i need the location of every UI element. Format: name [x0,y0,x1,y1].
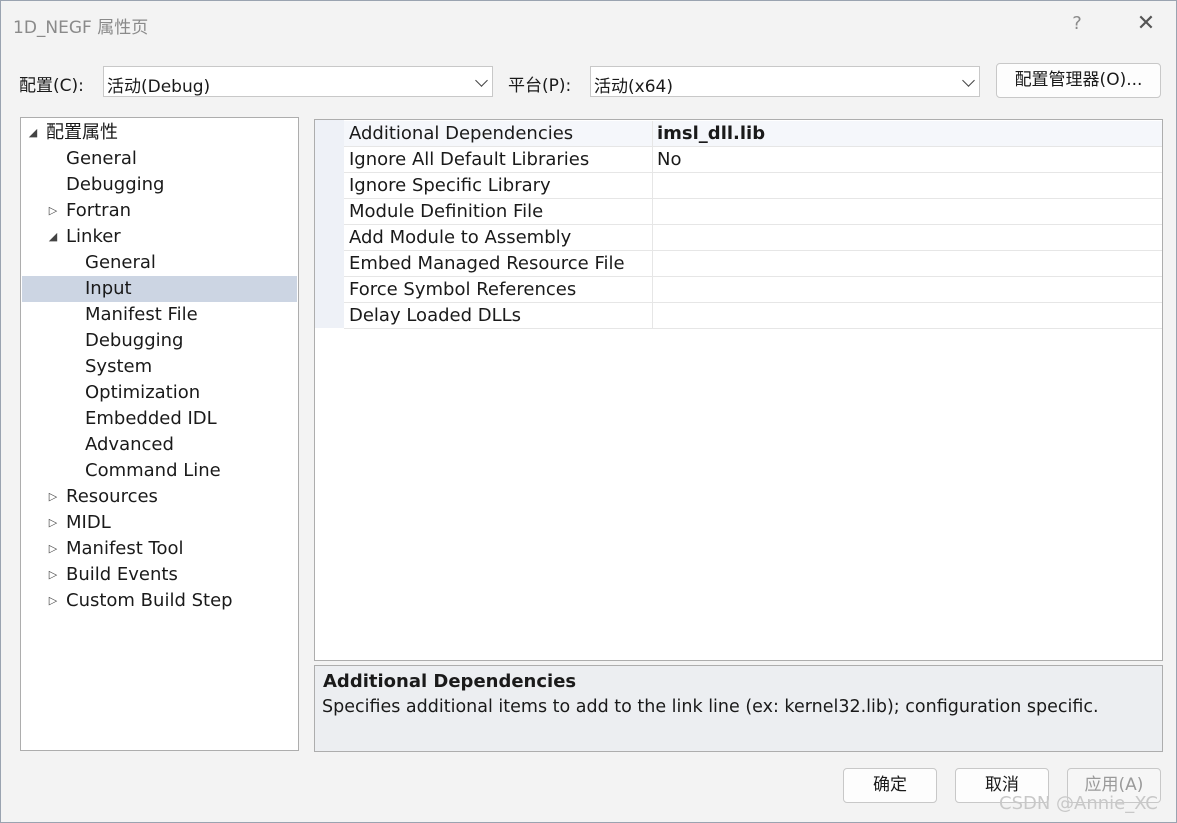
column-divider [652,251,653,277]
configuration-dropdown[interactable]: 活动(Debug) [103,66,493,97]
collapsed-arrow-icon[interactable]: ▷ [47,588,59,614]
column-divider [652,173,653,199]
property-name: Embed Managed Resource File [349,253,625,274]
tree-item-label: General [85,252,156,273]
tree-item[interactable]: General [22,146,297,172]
close-button[interactable]: ✕ [1131,10,1161,38]
property-row[interactable]: Ignore All Default Libraries No [344,147,1162,173]
platform-dropdown[interactable]: 活动(x64) [590,66,980,97]
platform-value: 活动(x64) [594,77,673,97]
watermark: CSDN @Annie_XC [999,793,1158,814]
tree-item[interactable]: Embedded IDL [22,406,297,432]
collapsed-arrow-icon[interactable]: ▷ [47,484,59,510]
window-title: 1D_NEGF 属性页 [13,18,149,38]
tree-item-label: System [85,356,153,377]
column-divider [652,303,653,329]
tree-item-label: Linker [66,226,121,247]
expanded-arrow-icon[interactable]: ◢ [27,120,39,146]
tree-item[interactable]: Input [22,276,297,302]
chevron-down-icon [475,70,488,89]
column-divider [652,147,653,173]
property-name: Ignore All Default Libraries [349,149,590,170]
description-text: Specifies additional items to add to the… [322,697,1099,717]
tree-item-label: Build Events [66,564,178,585]
expanded-arrow-icon[interactable]: ◢ [47,224,59,250]
description-title: Additional Dependencies [323,671,577,692]
tree-item-label: General [66,148,137,169]
configuration-label: 配置(C): [19,76,84,96]
property-name: Force Symbol References [349,279,577,300]
property-row[interactable]: Delay Loaded DLLs [344,303,1162,329]
property-pages-dialog: 1D_NEGF 属性页 ? ✕ 配置(C): 活动(Debug) 平台(P): … [0,0,1177,823]
property-name: Add Module to Assembly [349,227,572,248]
tree-item[interactable]: ◢ 配置属性 [22,120,297,146]
tree-item-label: 配置属性 [46,122,118,143]
property-row[interactable]: Add Module to Assembly [344,225,1162,251]
property-row[interactable]: Module Definition File [344,199,1162,225]
tree-item-label: MIDL [66,512,111,533]
ok-button[interactable]: 确定 [843,768,937,803]
tree-item-label: Debugging [85,330,184,351]
tree-item[interactable]: Advanced [22,432,297,458]
property-name: Ignore Specific Library [349,175,551,196]
tree-item[interactable]: Manifest File [22,302,297,328]
property-row[interactable]: Force Symbol References [344,277,1162,303]
tree-item-label: Command Line [85,460,221,481]
tree-item[interactable]: ◢ Linker [22,224,297,250]
tree-item-label: Advanced [85,434,174,455]
property-row[interactable]: Additional Dependencies imsl_dll.lib [344,121,1162,147]
tree-item-label: Resources [66,486,158,507]
tree-item-label: Fortran [66,200,132,221]
title-bar: 1D_NEGF 属性页 ? ✕ [1,1,1176,47]
tree-item-label: Custom Build Step [66,590,233,611]
property-name: Additional Dependencies [349,123,574,144]
configuration-manager-button[interactable]: 配置管理器(O)... [996,63,1161,98]
help-button[interactable]: ? [1063,10,1091,38]
tree-item[interactable]: System [22,354,297,380]
tree-item[interactable]: ▷ Manifest Tool [22,536,297,562]
property-name: Delay Loaded DLLs [349,305,522,326]
tree-item-label: Debugging [66,174,165,195]
tree-item[interactable]: Command Line [22,458,297,484]
tree-item[interactable]: ▷ Fortran [22,198,297,224]
tree-item-label: Manifest File [85,304,198,325]
property-name: Module Definition File [349,201,544,222]
tree-item-label: Manifest Tool [66,538,184,559]
grid-gutter [315,120,344,328]
property-value[interactable]: imsl_dll.lib [657,121,765,147]
column-divider [652,277,653,303]
tree-item[interactable]: Debugging [22,328,297,354]
column-divider [652,121,653,147]
collapsed-arrow-icon[interactable]: ▷ [47,510,59,536]
platform-label: 平台(P): [508,76,572,96]
tree-item[interactable]: Debugging [22,172,297,198]
tree-item[interactable]: ▷ Build Events [22,562,297,588]
collapsed-arrow-icon[interactable]: ▷ [47,198,59,224]
tree-item-label: Optimization [85,382,201,403]
collapsed-arrow-icon[interactable]: ▷ [47,562,59,588]
tree-item[interactable]: Optimization [22,380,297,406]
tree-item[interactable]: General [22,250,297,276]
property-value[interactable]: No [657,147,681,173]
tree-item[interactable]: ▷ Resources [22,484,297,510]
tree-item[interactable]: ▷ Custom Build Step [22,588,297,614]
property-grid[interactable]: Additional Dependencies imsl_dll.lib Ignor… [314,119,1163,661]
property-row[interactable]: Embed Managed Resource File [344,251,1162,277]
column-divider [652,199,653,225]
property-row[interactable]: Ignore Specific Library [344,173,1162,199]
collapsed-arrow-icon[interactable]: ▷ [47,536,59,562]
description-panel: Additional Dependencies Specifies additi… [314,665,1163,752]
configuration-value: 活动(Debug) [107,77,211,97]
tree-item-label: Embedded IDL [85,408,217,429]
property-tree[interactable]: ◢ 配置属性 General Debugging ▷ Fortran ◢ Linker Gene… [20,117,299,751]
tree-item[interactable]: ▷ MIDL [22,510,297,536]
column-divider [652,225,653,251]
tree-item-label: Input [85,278,132,299]
chevron-down-icon [962,70,975,89]
